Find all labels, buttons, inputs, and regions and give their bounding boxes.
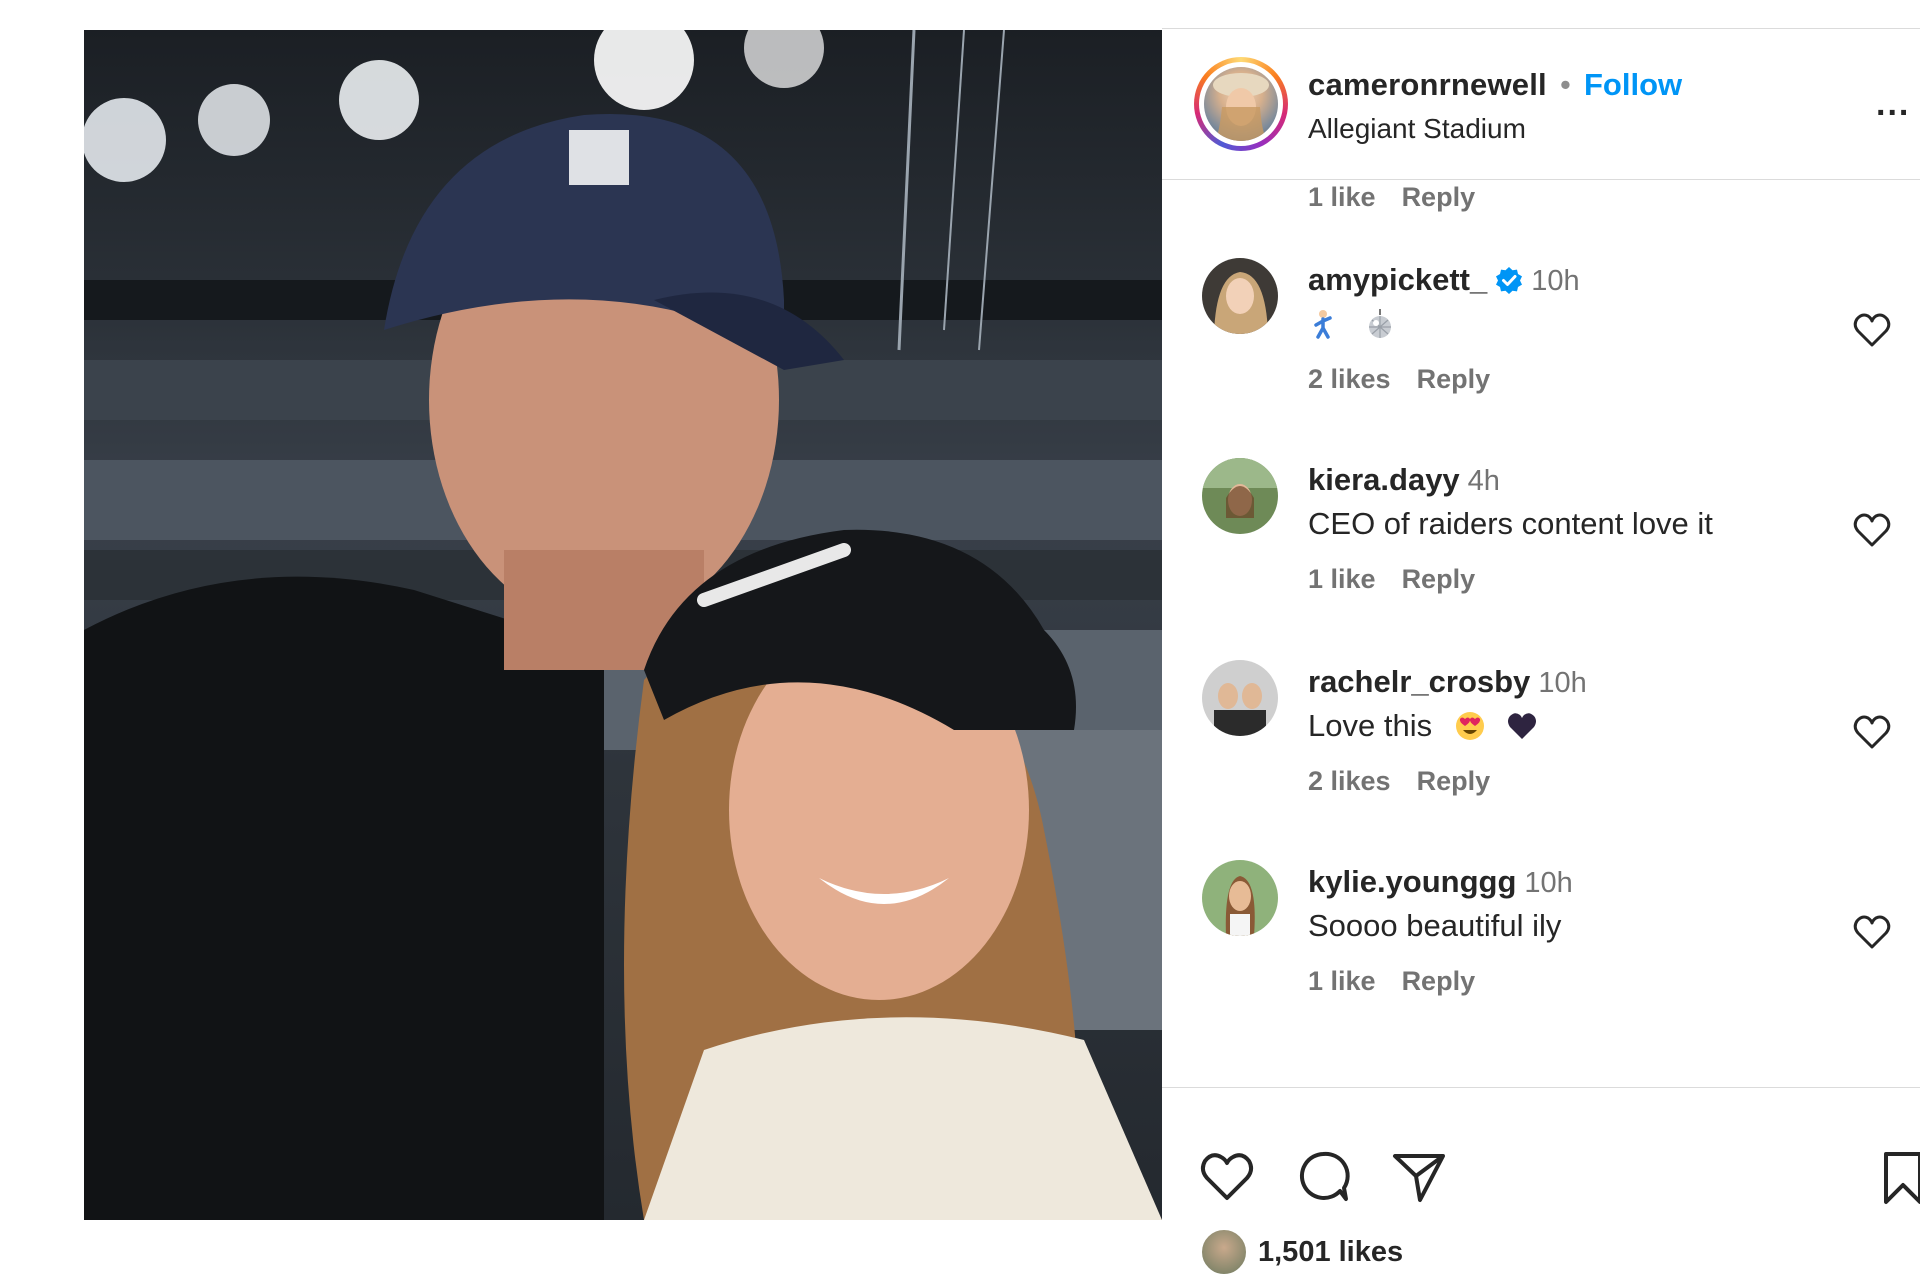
comment-meta: 1 like Reply <box>1308 182 1475 213</box>
comment-text <box>1308 306 1395 342</box>
post-likes-count[interactable]: 1,501 likes <box>1258 1236 1403 1269</box>
profile-avatar <box>1204 67 1278 141</box>
reply-button[interactable]: Reply <box>1417 364 1491 394</box>
commenter-username[interactable]: kiera.dayy 4h <box>1308 462 1500 498</box>
like-comment-heart-icon[interactable] <box>1852 310 1892 350</box>
like-heart-icon[interactable] <box>1198 1148 1256 1206</box>
post-location[interactable]: Allegiant Stadium <box>1308 113 1526 145</box>
commenter-avatar[interactable] <box>1202 860 1278 936</box>
comment-likes[interactable]: 1 like <box>1308 564 1376 594</box>
comment-time: 10h <box>1538 667 1587 699</box>
comment-bubble-icon[interactable] <box>1294 1148 1352 1206</box>
comment-time: 4h <box>1467 465 1500 497</box>
heart-eyes-emoji <box>1455 712 1484 740</box>
comment-time: 10h <box>1524 867 1573 899</box>
comment-text: CEO of raiders content love it <box>1308 506 1713 541</box>
comment-likes[interactable]: 1 like <box>1308 966 1376 996</box>
commenter-username[interactable]: rachelr_crosby 10h <box>1308 664 1587 700</box>
follow-button[interactable]: Follow <box>1584 67 1682 103</box>
reply-button[interactable]: Reply <box>1402 182 1476 212</box>
reply-button[interactable]: Reply <box>1402 966 1476 996</box>
more-options-icon[interactable]: ... <box>1876 87 1920 121</box>
liker-avatar[interactable] <box>1200 1228 1248 1276</box>
person-dancing-emoji <box>1314 310 1332 339</box>
comment-item: kiera.dayy 4h CEO of raiders content love… <box>1162 458 1920 648</box>
reply-button[interactable]: Reply <box>1402 564 1476 594</box>
comment-likes[interactable]: 1 like <box>1308 182 1376 212</box>
commenter-avatar[interactable] <box>1202 258 1278 334</box>
selfie-image <box>84 30 1162 1220</box>
avatar-image <box>1213 73 1269 141</box>
separator-dot: • <box>1560 67 1571 102</box>
comment-item: kylie.younggg 10h Soooo beautiful ily 1 l… <box>1162 860 1920 1050</box>
reply-button[interactable]: Reply <box>1417 766 1491 796</box>
comment-meta: 1 like Reply <box>1308 966 1475 997</box>
comment-meta: 2 likes Reply <box>1308 766 1490 797</box>
share-paper-plane-icon[interactable] <box>1390 1148 1448 1206</box>
like-comment-heart-icon[interactable] <box>1852 712 1892 752</box>
comment-text: Love this <box>1308 708 1537 744</box>
post-side-panel: cameronrnewell • Follow Allegiant Stadiu… <box>1162 28 1920 1276</box>
comments-list[interactable]: 1 like Reply amypickett_ 10h 2 likes Rep… <box>1162 180 1920 1112</box>
comment-meta: 1 like Reply <box>1308 564 1475 595</box>
post-photo[interactable] <box>84 30 1162 1220</box>
verified-badge-icon <box>1496 267 1523 294</box>
comment-time: 10h <box>1531 265 1580 297</box>
comment-text: Soooo beautiful ily <box>1308 908 1562 943</box>
story-ring[interactable] <box>1194 57 1288 151</box>
like-comment-heart-icon[interactable] <box>1852 510 1892 550</box>
disco-ball-emoji <box>1368 309 1391 338</box>
comment-likes[interactable]: 2 likes <box>1308 364 1391 394</box>
comment-meta: 2 likes Reply <box>1308 364 1490 395</box>
post-action-bar: 1,501 likes <box>1162 1087 1920 1276</box>
commenter-username[interactable]: amypickett_ 10h <box>1308 262 1580 298</box>
commenter-avatar[interactable] <box>1202 660 1278 736</box>
post-author-username[interactable]: cameronrnewell <box>1308 67 1547 103</box>
post-header: cameronrnewell • Follow Allegiant Stadiu… <box>1162 29 1920 180</box>
commenter-username[interactable]: kylie.younggg 10h <box>1308 864 1573 900</box>
commenter-avatar[interactable] <box>1202 458 1278 534</box>
like-comment-heart-icon[interactable] <box>1852 912 1892 952</box>
black-heart-emoji <box>1508 713 1537 739</box>
save-bookmark-icon[interactable] <box>1874 1148 1920 1206</box>
comment-item: amypickett_ 10h 2 likes Reply <box>1162 258 1920 448</box>
comment-likes[interactable]: 2 likes <box>1308 766 1391 796</box>
comment-item: rachelr_crosby 10h Love this 2 likes Reply <box>1162 660 1920 850</box>
